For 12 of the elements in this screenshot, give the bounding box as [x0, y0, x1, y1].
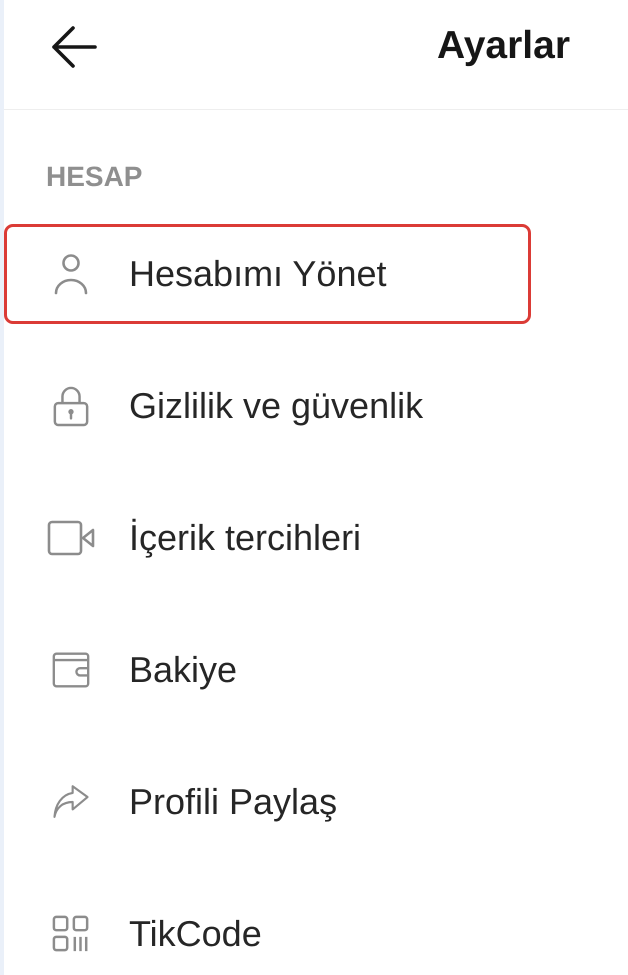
- menu-item[interactable]: Profili Paylaş: [4, 762, 531, 842]
- section-heading: HESAP: [46, 161, 142, 193]
- menu-item[interactable]: Bakiye: [4, 630, 531, 710]
- menu-item[interactable]: İçerik tercihleri: [4, 498, 531, 578]
- video-camera-icon: [47, 520, 95, 556]
- menu-item[interactable]: Hesabımı Yönet: [4, 224, 531, 324]
- menu-item[interactable]: TikCode: [4, 894, 531, 974]
- back-arrow-icon: [50, 24, 98, 68]
- page-title: Ayarlar: [437, 25, 570, 68]
- person-icon: [52, 253, 90, 295]
- lock-icon: [52, 385, 90, 427]
- menu-item[interactable]: Gizlilik ve güvenlik: [4, 366, 531, 446]
